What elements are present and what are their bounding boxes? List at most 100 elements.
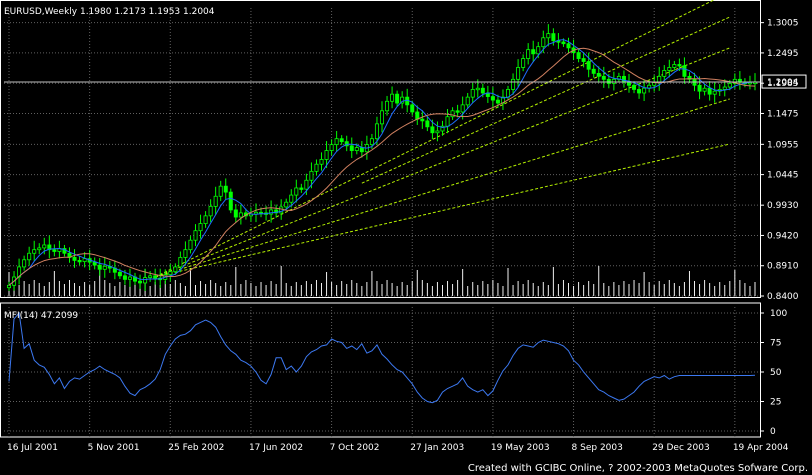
candle-body [289,194,294,203]
candle-body [153,275,158,279]
candle-body [450,110,455,118]
candle-body [329,144,334,151]
candle-body [551,33,556,42]
candle-body [566,43,571,49]
candle-body [339,138,344,143]
candle-body [480,87,485,94]
candle-body [490,96,495,101]
fan-line [155,143,730,278]
candle-body [460,104,465,113]
candle-body [495,99,500,104]
slow-ma-line [8,47,756,286]
candle-body [309,170,314,181]
candle-body [173,266,178,273]
candle-body [178,257,183,268]
y-tick-label: 0.8910 [767,262,799,272]
candle-body [596,72,601,77]
y-tick-label: 0.9420 [767,231,799,241]
candle-body [314,163,319,172]
candle-body [430,126,435,134]
candle-body [521,58,526,68]
mfi-tick-label: 100 [770,309,787,319]
candle-body [385,100,390,112]
mfi-frame [0,302,761,438]
candle-body [168,271,173,276]
candle-body [122,275,127,280]
candle-body [707,87,712,95]
main-grid [0,0,761,298]
candle-body [7,284,12,289]
candle-body [117,271,122,277]
candle-body [369,138,374,146]
candle-body [183,249,188,258]
candle-body [299,187,304,190]
candle-body [228,191,233,211]
candle-body [319,159,324,165]
candle-body [284,201,289,208]
y-tick-label: 1.2495 [767,49,799,59]
time-axis: 16 Jul 2001 5 Nov 2001 25 Feb 2002 17 Jun 2… [7,443,789,453]
mfi-line [8,311,756,404]
y-tick-label: 1.0955 [767,140,799,150]
candle-body [606,78,611,84]
candle-body [269,209,274,215]
candle-body [611,78,616,84]
candle-body [52,249,57,252]
candle-body [621,75,626,83]
channel-line [361,16,731,184]
y-tick-label: 1.0445 [767,171,799,181]
candle-body [213,195,218,207]
x-tick-label: 16 Jul 2001 [7,443,58,453]
candle-body [722,86,727,90]
candle-body [445,116,450,127]
mfi-grid: 100 75 50 25 0 [0,302,787,438]
candle-body [304,179,309,190]
candle-body [138,280,143,284]
candle-body [526,49,531,59]
candle-body [727,83,732,88]
candle-body [359,147,364,153]
candle-body [374,123,379,140]
candle-body [233,209,238,218]
candle-body [324,150,329,160]
candle-body [536,46,541,55]
x-tick-label: 8 Sep 2003 [572,443,623,453]
candle-body [218,185,223,197]
candle-body [22,259,27,268]
candle-body [198,223,203,232]
candle-body [591,68,596,74]
candle-body [465,96,470,106]
main-frame [0,0,761,298]
fast-ma-line [8,39,756,286]
candle-body [72,257,77,261]
candle-body [203,215,208,224]
candle-body [581,58,586,62]
candle-body [561,41,566,45]
candle-body [27,252,32,261]
candle-body [92,261,97,266]
price-axis: 1.3005 1.2495 1.1985 1.1475 1.0955 1.0445 0.99… [760,19,799,302]
candle-body [531,49,536,55]
candle-body [193,230,198,241]
candle-body [390,93,395,102]
chart-canvas: 1.2004 1.3005 1.2495 1.1985 1.1475 1.0955 1.0… [0,0,807,453]
symbol-header: EURUSD,Weekly 1.1980 1.2173 1.1953 1.200… [4,7,215,17]
y-tick-label: 1.1475 [767,109,799,119]
candle-body [672,64,677,68]
moving-averages [8,39,756,286]
x-tick-label: 25 Feb 2002 [168,443,224,453]
candle-body [511,78,516,90]
x-tick-label: 19 Apr 2004 [733,443,789,453]
candle-body [702,87,707,92]
candle-body [586,61,591,70]
candle-body [294,187,299,196]
y-tick-label: 1.3005 [767,19,799,29]
x-tick-label: 7 Oct 2002 [330,443,380,453]
candle-body [334,138,339,146]
candle-body [354,147,359,151]
candle-body [143,277,148,284]
x-tick-label: 19 May 2003 [491,443,550,453]
candle-body [425,120,430,128]
candle-body [349,145,354,151]
candle-body [637,89,642,94]
